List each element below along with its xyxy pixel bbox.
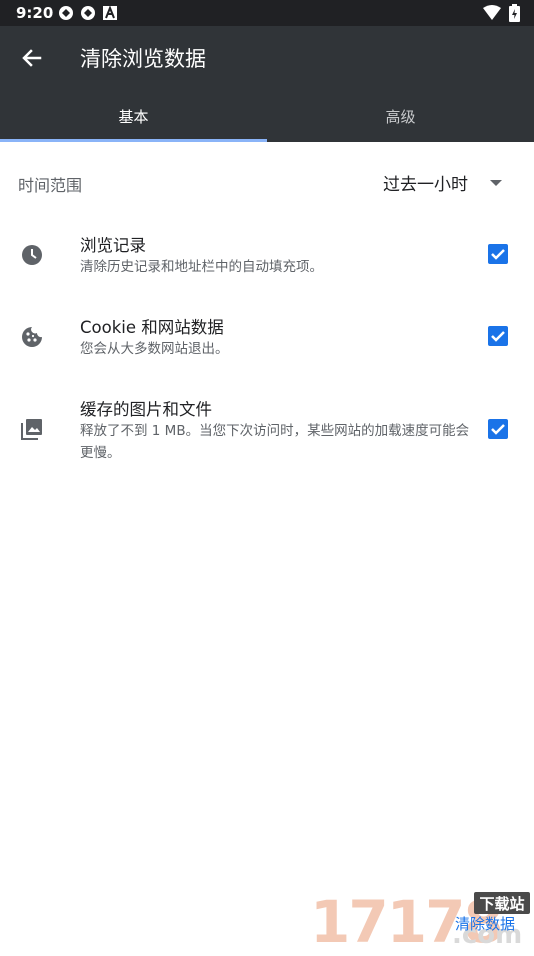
- option-description: 您会从大多数网站退出。: [80, 341, 229, 357]
- option-title: 缓存的图片和文件: [80, 400, 212, 419]
- battery-charging-icon: [509, 4, 520, 26]
- tab-bar: 基本 高级: [0, 90, 534, 142]
- app-notification-icon: [80, 5, 96, 21]
- tab-advanced[interactable]: 高级: [267, 90, 534, 142]
- tab-basic[interactable]: 基本: [0, 90, 267, 142]
- cookies-option[interactable]: Cookie 和网站数据 您会从大多数网站退出。: [0, 310, 534, 370]
- time-range-value: 过去一小时: [383, 175, 468, 195]
- option-title: 浏览记录: [80, 236, 146, 255]
- watermark-badge: 下载站: [474, 892, 530, 914]
- cached-images-option[interactable]: 缓存的图片和文件 释放了不到 1 MB。当您下次访问时，某些网站的加载速度可能会…: [0, 392, 534, 472]
- app-bar: 清除浏览数据: [0, 26, 534, 90]
- browsing-history-option[interactable]: 浏览记录 清除历史记录和地址栏中的自动填充项。: [0, 228, 534, 288]
- time-range-label: 时间范围: [18, 176, 83, 195]
- clear-data-button[interactable]: 清除数据: [455, 913, 515, 934]
- tab-indicator: [0, 139, 267, 142]
- wifi-icon: [483, 5, 501, 25]
- tab-basic-label: 基本: [118, 107, 149, 126]
- page-title: 清除浏览数据: [80, 47, 206, 71]
- cookies-checkbox[interactable]: [488, 326, 508, 346]
- tab-advanced-label: 高级: [385, 107, 416, 126]
- status-bar: 9:20: [0, 0, 534, 26]
- arrow-back-icon[interactable]: [18, 44, 46, 72]
- option-description: 清除历史记录和地址栏中的自动填充项。: [80, 259, 323, 275]
- clock-icon: [20, 243, 44, 267]
- image-icon: [20, 417, 44, 441]
- dropdown-arrow-icon: [490, 179, 502, 186]
- option-title: Cookie 和网站数据: [80, 318, 224, 337]
- status-time: 9:20: [16, 4, 54, 22]
- app-notification-icon: [58, 5, 74, 21]
- option-description: 释放了不到 1 MB。当您下次访问时，某些网站的加载速度可能会更慢。: [80, 423, 470, 461]
- time-range-row: 时间范围 过去一小时: [0, 160, 534, 204]
- cached-images-checkbox[interactable]: [488, 419, 508, 439]
- cookie-icon: [20, 325, 44, 349]
- browsing-history-checkbox[interactable]: [488, 244, 508, 264]
- time-range-dropdown[interactable]: 过去一小时: [383, 170, 502, 195]
- text-app-icon: [102, 5, 118, 21]
